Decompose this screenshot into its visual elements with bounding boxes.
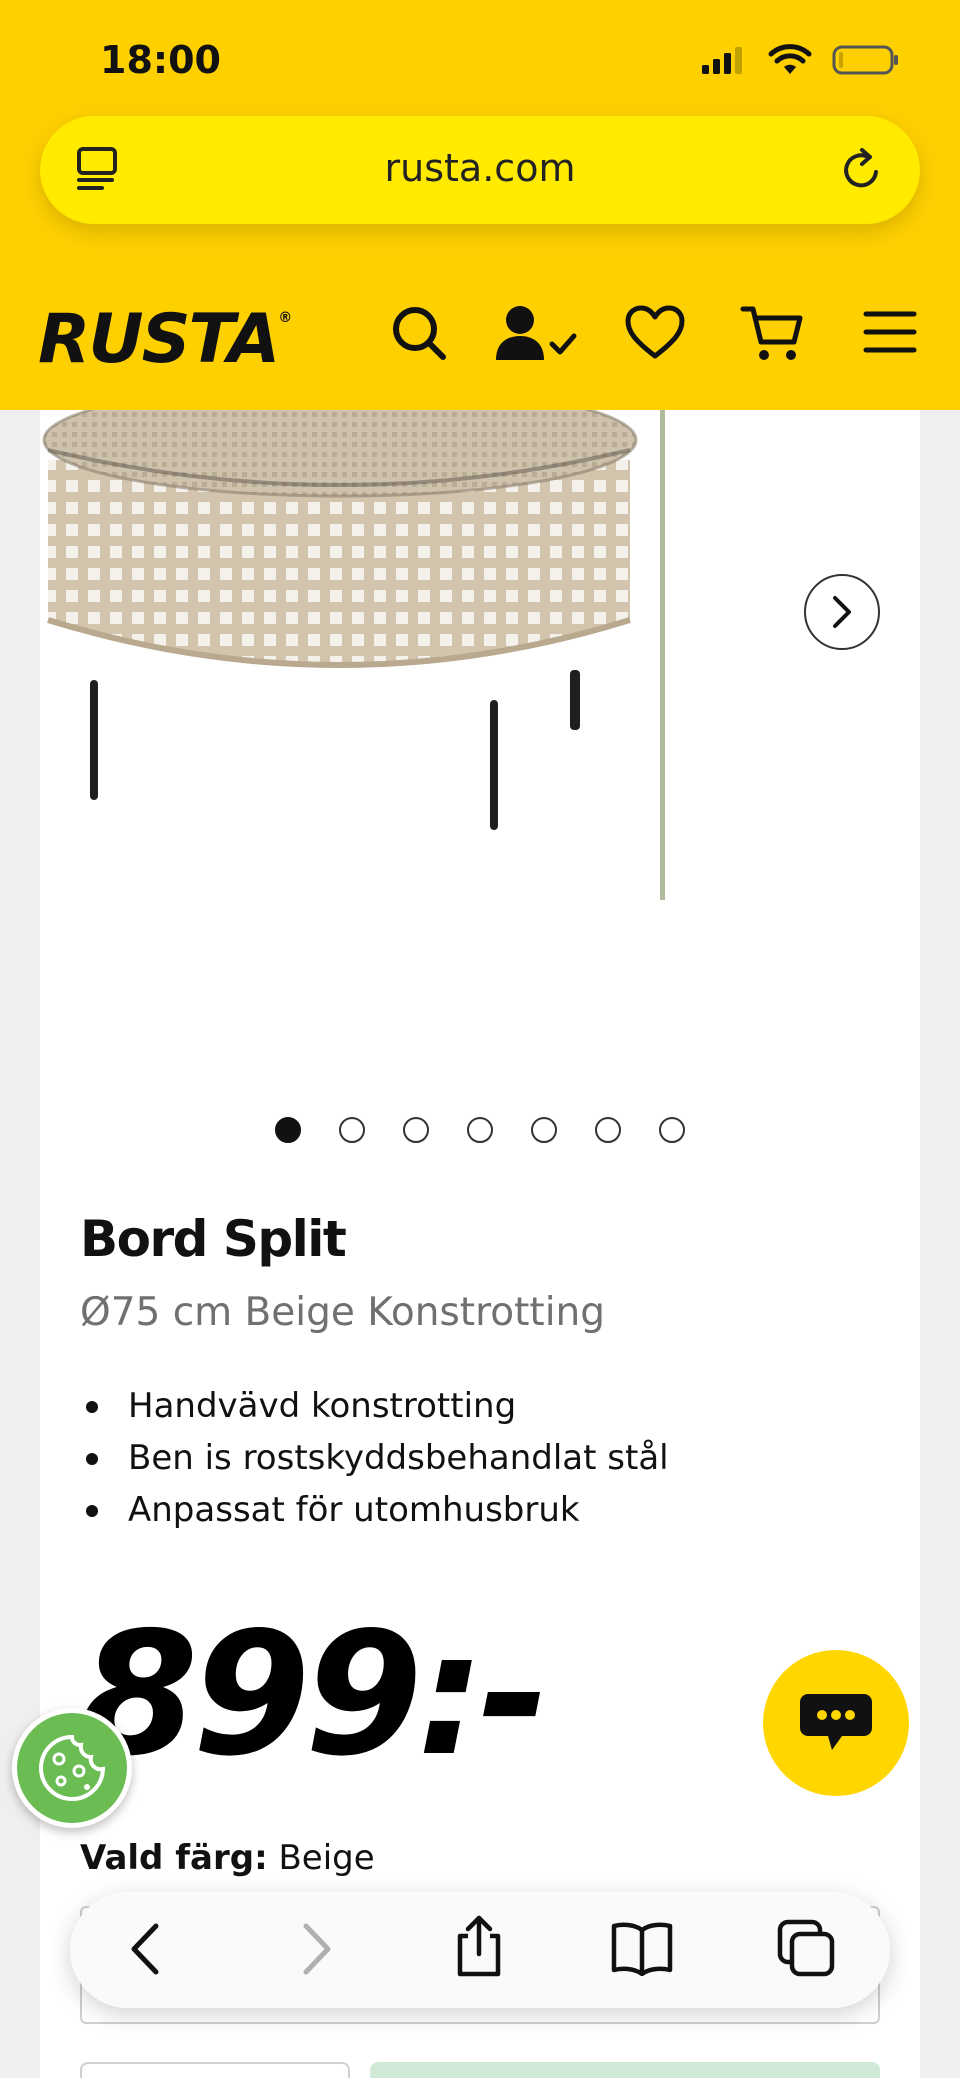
selected-color: Vald färg: Beige — [80, 1838, 375, 1878]
heart-icon[interactable] — [624, 304, 686, 362]
reload-icon[interactable] — [838, 144, 886, 194]
url-text[interactable]: rusta.com — [40, 146, 920, 190]
address-bar[interactable]: rusta.com — [40, 116, 920, 224]
product-features: Handvävd konstrotting Ben is rostskyddsb… — [80, 1380, 669, 1536]
chat-bubble-icon — [800, 1694, 872, 1750]
cookie-icon — [39, 1734, 106, 1801]
chevron-right-icon — [833, 596, 851, 628]
tabs-icon[interactable] — [776, 1918, 836, 1978]
site-header: 18:00 rusta.com RUSTA® — [0, 0, 960, 410]
add-to-cart-button[interactable] — [370, 2062, 880, 2078]
search-icon[interactable] — [390, 304, 448, 362]
gallery-next-button[interactable] — [804, 574, 880, 650]
gallery-dot[interactable] — [275, 1117, 301, 1143]
gallery-pagination — [0, 1117, 960, 1143]
account-icon[interactable] — [494, 304, 578, 362]
status-icons — [700, 44, 900, 76]
cookie-settings-button[interactable] — [12, 1708, 132, 1828]
gallery-dot[interactable] — [339, 1117, 365, 1143]
status-time: 18:00 — [100, 38, 221, 82]
product-image[interactable] — [40, 410, 880, 900]
table-illustration — [42, 410, 665, 900]
product-subtitle: Ø75 cm Beige Konstrotting — [80, 1290, 606, 1335]
feature-item: Anpassat för utomhusbruk — [80, 1484, 669, 1536]
gallery-dot[interactable] — [659, 1117, 685, 1143]
product-price: 899:- — [80, 1596, 549, 1794]
back-icon[interactable] — [126, 1920, 166, 1978]
share-icon[interactable] — [452, 1914, 506, 1978]
rusta-logo[interactable]: RUSTA® — [38, 300, 292, 379]
selected-color-value: Beige — [278, 1838, 375, 1878]
wifi-icon — [768, 44, 812, 74]
browser-toolbar — [70, 1892, 890, 2008]
gallery-dot[interactable] — [403, 1117, 429, 1143]
quantity-field[interactable] — [80, 2062, 350, 2078]
gallery-dot[interactable] — [467, 1117, 493, 1143]
bookmarks-icon[interactable] — [610, 1920, 674, 1976]
feature-item: Ben is rostskyddsbehandlat stål — [80, 1432, 669, 1484]
gallery-dot[interactable] — [531, 1117, 557, 1143]
feature-item: Handvävd konstrotting — [80, 1380, 669, 1432]
product-title: Bord Split — [80, 1210, 347, 1268]
chat-button[interactable] — [763, 1650, 909, 1796]
forward-icon[interactable] — [296, 1920, 336, 1978]
cellular-signal-icon — [702, 47, 742, 74]
gallery-dot[interactable] — [595, 1117, 621, 1143]
menu-icon[interactable] — [862, 304, 918, 360]
cart-icon[interactable] — [740, 304, 804, 364]
selected-color-label: Vald färg: — [80, 1838, 268, 1878]
battery-icon — [832, 45, 898, 75]
site-nav: RUSTA® — [0, 290, 960, 380]
